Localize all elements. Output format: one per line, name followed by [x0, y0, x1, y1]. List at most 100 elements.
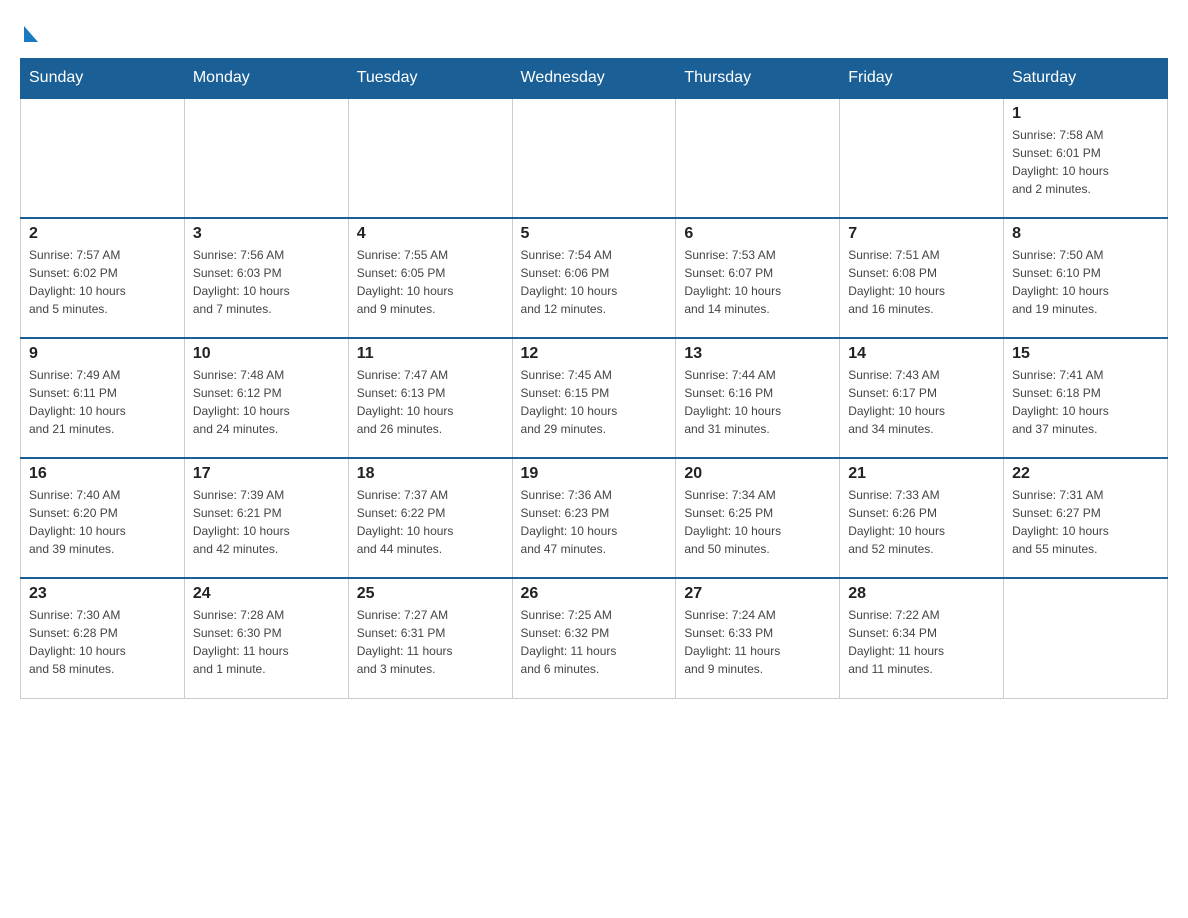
- day-info: Sunrise: 7:39 AM Sunset: 6:21 PM Dayligh…: [193, 486, 340, 558]
- day-info: Sunrise: 7:53 AM Sunset: 6:07 PM Dayligh…: [684, 246, 831, 318]
- day-number: 13: [684, 345, 831, 363]
- calendar-cell: [840, 98, 1004, 218]
- calendar-cell: 17 Sunrise: 7:39 AM Sunset: 6:21 PM Dayli…: [184, 458, 348, 578]
- calendar-week-3: 9 Sunrise: 7:49 AM Sunset: 6:11 PM Daylig…: [21, 338, 1168, 458]
- day-info: Sunrise: 7:36 AM Sunset: 6:23 PM Dayligh…: [521, 486, 668, 558]
- calendar-week-2: 2 Sunrise: 7:57 AM Sunset: 6:02 PM Daylig…: [21, 218, 1168, 338]
- calendar-cell: 26Sunrise: 7:25 AM Sunset: 6:32 PM Dayli…: [512, 578, 676, 698]
- calendar-cell: 27Sunrise: 7:24 AM Sunset: 6:33 PM Dayli…: [676, 578, 840, 698]
- day-number: 28: [848, 585, 995, 603]
- day-number: 21: [848, 465, 995, 483]
- calendar-cell: 10 Sunrise: 7:48 AM Sunset: 6:12 PM Dayli…: [184, 338, 348, 458]
- calendar-cell: 3 Sunrise: 7:56 AM Sunset: 6:03 PM Daylig…: [184, 218, 348, 338]
- calendar-cell: 21 Sunrise: 7:33 AM Sunset: 6:26 PM Dayli…: [840, 458, 1004, 578]
- calendar-cell: 13 Sunrise: 7:44 AM Sunset: 6:16 PM Dayli…: [676, 338, 840, 458]
- day-info: Sunrise: 7:37 AM Sunset: 6:22 PM Dayligh…: [357, 486, 504, 558]
- day-number: 25: [357, 585, 504, 603]
- day-number: 10: [193, 345, 340, 363]
- weekday-row: SundayMondayTuesdayWednesdayThursdayFrid…: [21, 59, 1168, 99]
- day-number: 17: [193, 465, 340, 483]
- day-number: 5: [521, 225, 668, 243]
- day-number: 9: [29, 345, 176, 363]
- calendar-cell: 19 Sunrise: 7:36 AM Sunset: 6:23 PM Dayli…: [512, 458, 676, 578]
- day-number: 24: [193, 585, 340, 603]
- day-info: Sunrise: 7:33 AM Sunset: 6:26 PM Dayligh…: [848, 486, 995, 558]
- day-number: 8: [1012, 225, 1159, 243]
- day-info: Sunrise: 7:27 AM Sunset: 6:31 PM Dayligh…: [357, 606, 504, 678]
- calendar-cell: 25 Sunrise: 7:27 AM Sunset: 6:31 PM Dayli…: [348, 578, 512, 698]
- calendar-cell: 24 Sunrise: 7:28 AM Sunset: 6:30 PM Dayli…: [184, 578, 348, 698]
- day-info: Sunrise: 7:34 AM Sunset: 6:25 PM Dayligh…: [684, 486, 831, 558]
- day-number: 7: [848, 225, 995, 243]
- calendar-table: SundayMondayTuesdayWednesdayThursdayFrid…: [20, 58, 1168, 699]
- weekday-header-sunday: Sunday: [21, 59, 185, 99]
- weekday-header-tuesday: Tuesday: [348, 59, 512, 99]
- calendar-week-1: 1 Sunrise: 7:58 AM Sunset: 6:01 PM Daylig…: [21, 98, 1168, 218]
- calendar-cell: [1004, 578, 1168, 698]
- calendar-cell: 14 Sunrise: 7:43 AM Sunset: 6:17 PM Dayli…: [840, 338, 1004, 458]
- calendar-cell: 8 Sunrise: 7:50 AM Sunset: 6:10 PM Daylig…: [1004, 218, 1168, 338]
- day-number: 2: [29, 225, 176, 243]
- calendar-cell: 12Sunrise: 7:45 AM Sunset: 6:15 PM Dayli…: [512, 338, 676, 458]
- day-number: 14: [848, 345, 995, 363]
- weekday-header-saturday: Saturday: [1004, 59, 1168, 99]
- day-info: Sunrise: 7:56 AM Sunset: 6:03 PM Dayligh…: [193, 246, 340, 318]
- day-info: Sunrise: 7:40 AM Sunset: 6:20 PM Dayligh…: [29, 486, 176, 558]
- day-number: 12: [521, 345, 668, 363]
- day-info: Sunrise: 7:41 AM Sunset: 6:18 PM Dayligh…: [1012, 366, 1159, 438]
- weekday-header-monday: Monday: [184, 59, 348, 99]
- calendar-week-5: 23 Sunrise: 7:30 AM Sunset: 6:28 PM Dayli…: [21, 578, 1168, 698]
- calendar-cell: 22 Sunrise: 7:31 AM Sunset: 6:27 PM Dayli…: [1004, 458, 1168, 578]
- weekday-header-wednesday: Wednesday: [512, 59, 676, 99]
- logo-triangle-icon: [24, 26, 38, 42]
- day-number: 20: [684, 465, 831, 483]
- calendar-cell: 15 Sunrise: 7:41 AM Sunset: 6:18 PM Dayli…: [1004, 338, 1168, 458]
- calendar-cell: 4 Sunrise: 7:55 AM Sunset: 6:05 PM Daylig…: [348, 218, 512, 338]
- calendar-cell: 23 Sunrise: 7:30 AM Sunset: 6:28 PM Dayli…: [21, 578, 185, 698]
- day-number: 1: [1012, 105, 1159, 123]
- day-info: Sunrise: 7:48 AM Sunset: 6:12 PM Dayligh…: [193, 366, 340, 438]
- day-number: 22: [1012, 465, 1159, 483]
- day-info: Sunrise: 7:55 AM Sunset: 6:05 PM Dayligh…: [357, 246, 504, 318]
- day-number: 15: [1012, 345, 1159, 363]
- day-info: Sunrise: 7:44 AM Sunset: 6:16 PM Dayligh…: [684, 366, 831, 438]
- day-info: Sunrise: 7:43 AM Sunset: 6:17 PM Dayligh…: [848, 366, 995, 438]
- calendar-body: 1 Sunrise: 7:58 AM Sunset: 6:01 PM Daylig…: [21, 98, 1168, 698]
- calendar-cell: 5 Sunrise: 7:54 AM Sunset: 6:06 PM Daylig…: [512, 218, 676, 338]
- day-number: 4: [357, 225, 504, 243]
- logo: [20, 20, 48, 38]
- calendar-cell: [184, 98, 348, 218]
- day-info: Sunrise: 7:54 AM Sunset: 6:06 PM Dayligh…: [521, 246, 668, 318]
- day-info: Sunrise: 7:50 AM Sunset: 6:10 PM Dayligh…: [1012, 246, 1159, 318]
- day-number: 19: [521, 465, 668, 483]
- day-info: Sunrise: 7:58 AM Sunset: 6:01 PM Dayligh…: [1012, 126, 1159, 198]
- day-number: 23: [29, 585, 176, 603]
- calendar-cell: 20 Sunrise: 7:34 AM Sunset: 6:25 PM Dayli…: [676, 458, 840, 578]
- day-info: Sunrise: 7:30 AM Sunset: 6:28 PM Dayligh…: [29, 606, 176, 678]
- calendar-cell: 7Sunrise: 7:51 AM Sunset: 6:08 PM Daylig…: [840, 218, 1004, 338]
- day-number: 16: [29, 465, 176, 483]
- day-info: Sunrise: 7:28 AM Sunset: 6:30 PM Dayligh…: [193, 606, 340, 678]
- day-number: 26: [521, 585, 668, 603]
- day-number: 6: [684, 225, 831, 243]
- calendar-cell: 1 Sunrise: 7:58 AM Sunset: 6:01 PM Daylig…: [1004, 98, 1168, 218]
- day-info: Sunrise: 7:24 AM Sunset: 6:33 PM Dayligh…: [684, 606, 831, 678]
- calendar-cell: 16 Sunrise: 7:40 AM Sunset: 6:20 PM Dayli…: [21, 458, 185, 578]
- day-info: Sunrise: 7:57 AM Sunset: 6:02 PM Dayligh…: [29, 246, 176, 318]
- weekday-header-thursday: Thursday: [676, 59, 840, 99]
- page-header: [20, 20, 1168, 38]
- calendar-cell: [512, 98, 676, 218]
- calendar-header: SundayMondayTuesdayWednesdayThursdayFrid…: [21, 59, 1168, 99]
- calendar-cell: 6 Sunrise: 7:53 AM Sunset: 6:07 PM Daylig…: [676, 218, 840, 338]
- day-info: Sunrise: 7:31 AM Sunset: 6:27 PM Dayligh…: [1012, 486, 1159, 558]
- calendar-week-4: 16 Sunrise: 7:40 AM Sunset: 6:20 PM Dayli…: [21, 458, 1168, 578]
- calendar-cell: 2 Sunrise: 7:57 AM Sunset: 6:02 PM Daylig…: [21, 218, 185, 338]
- calendar-cell: 9 Sunrise: 7:49 AM Sunset: 6:11 PM Daylig…: [21, 338, 185, 458]
- weekday-header-friday: Friday: [840, 59, 1004, 99]
- calendar-cell: [676, 98, 840, 218]
- day-number: 11: [357, 345, 504, 363]
- calendar-cell: 18Sunrise: 7:37 AM Sunset: 6:22 PM Dayli…: [348, 458, 512, 578]
- day-info: Sunrise: 7:47 AM Sunset: 6:13 PM Dayligh…: [357, 366, 504, 438]
- day-info: Sunrise: 7:49 AM Sunset: 6:11 PM Dayligh…: [29, 366, 176, 438]
- day-number: 3: [193, 225, 340, 243]
